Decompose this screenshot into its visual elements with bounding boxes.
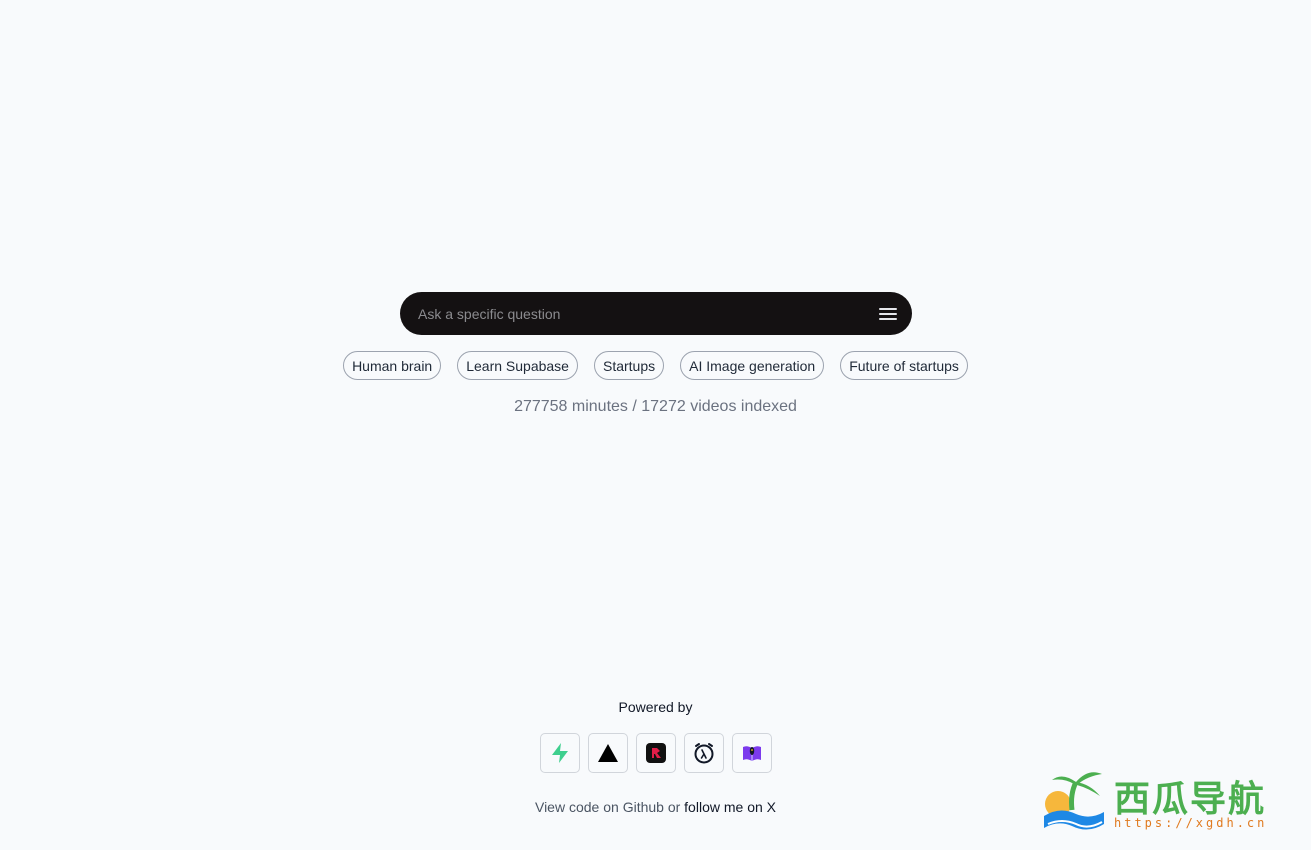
suggestion-chip-human-brain[interactable]: Human brain: [343, 351, 442, 380]
search-bar: [400, 291, 912, 336]
follow-on-x-link[interactable]: follow me on X: [684, 799, 776, 815]
vercel-icon: [597, 744, 618, 762]
watermark-title: 西瓜导航: [1114, 778, 1267, 820]
search-input[interactable]: [416, 291, 876, 336]
palm-island-logo-icon: [1044, 772, 1104, 830]
index-stats: 277758 minutes / 17272 videos indexed: [514, 398, 797, 415]
hamburger-menu-icon[interactable]: [876, 302, 900, 326]
suggestion-chip-future-of-startups[interactable]: Future of startups: [840, 351, 968, 380]
supabase-icon: [551, 743, 568, 763]
menu-line: [879, 307, 897, 310]
suggestion-chip-learn-supabase[interactable]: Learn Supabase: [457, 351, 578, 380]
powered-by-label: Powered by: [618, 699, 693, 715]
openai-clock-icon: [694, 743, 713, 764]
supabase-logo-link[interactable]: [539, 733, 580, 773]
watermark: 西瓜导航 https://xgdh.cn: [1042, 764, 1292, 836]
menu-line: [879, 312, 897, 315]
suggestion-chips: Human brain Learn Supabase Startups AI I…: [0, 351, 1311, 380]
page: Human brain Learn Supabase Startups AI I…: [0, 0, 1311, 850]
suggestion-chip-startups[interactable]: Startups: [593, 351, 665, 380]
replicate-icon: [645, 743, 666, 763]
github-link[interactable]: Github: [623, 799, 664, 815]
watermark-url: https://xgdh.cn: [1114, 816, 1268, 830]
view-code-prefix: View code on: [534, 799, 623, 815]
purple-app-icon: [742, 746, 761, 761]
menu-line: [879, 317, 897, 320]
purple-app-logo-link[interactable]: [731, 733, 772, 773]
vercel-logo-link[interactable]: [587, 733, 628, 773]
openai-logo-link[interactable]: [683, 733, 724, 773]
or-label: or: [663, 799, 685, 815]
suggestion-chip-ai-image-generation[interactable]: AI Image generation: [680, 351, 825, 380]
replicate-logo-link[interactable]: [635, 733, 676, 773]
